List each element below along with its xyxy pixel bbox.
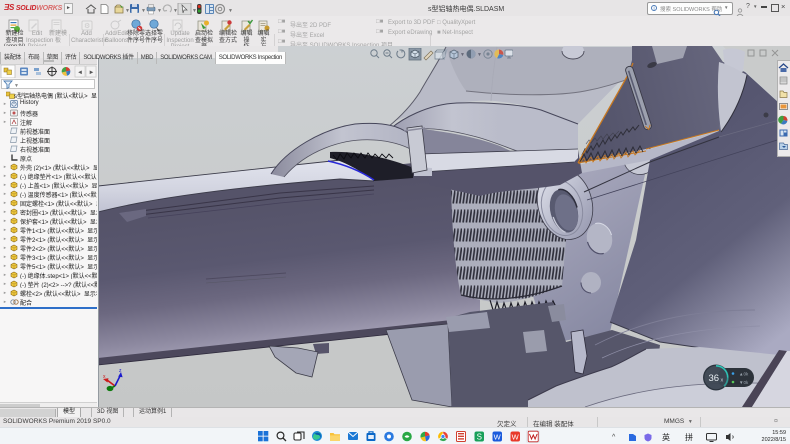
svg-text:W: W [494, 432, 502, 441]
svg-text:◄: ◄ [77, 70, 83, 76]
svg-text:S: S [477, 432, 482, 441]
svg-text:▼: ▼ [460, 52, 465, 58]
svg-text:⚙: ⚙ [84, 22, 90, 30]
svg-text:▼: ▼ [228, 8, 233, 14]
svg-text:▼: ▼ [192, 8, 197, 14]
svg-text:36: 36 [709, 373, 720, 384]
svg-text:▼0k: ▼0k [739, 380, 749, 385]
svg-text:▼: ▼ [125, 8, 130, 14]
svg-text:▼: ▼ [173, 8, 178, 14]
svg-text:▼: ▼ [477, 52, 482, 58]
svg-text:▼: ▼ [157, 8, 162, 14]
svg-text:▼: ▼ [141, 8, 146, 14]
svg-text:x: x [721, 378, 724, 384]
svg-text:►: ► [89, 70, 95, 76]
svg-text:▲0k: ▲0k [739, 372, 749, 377]
svg-text:W: W [512, 432, 520, 441]
